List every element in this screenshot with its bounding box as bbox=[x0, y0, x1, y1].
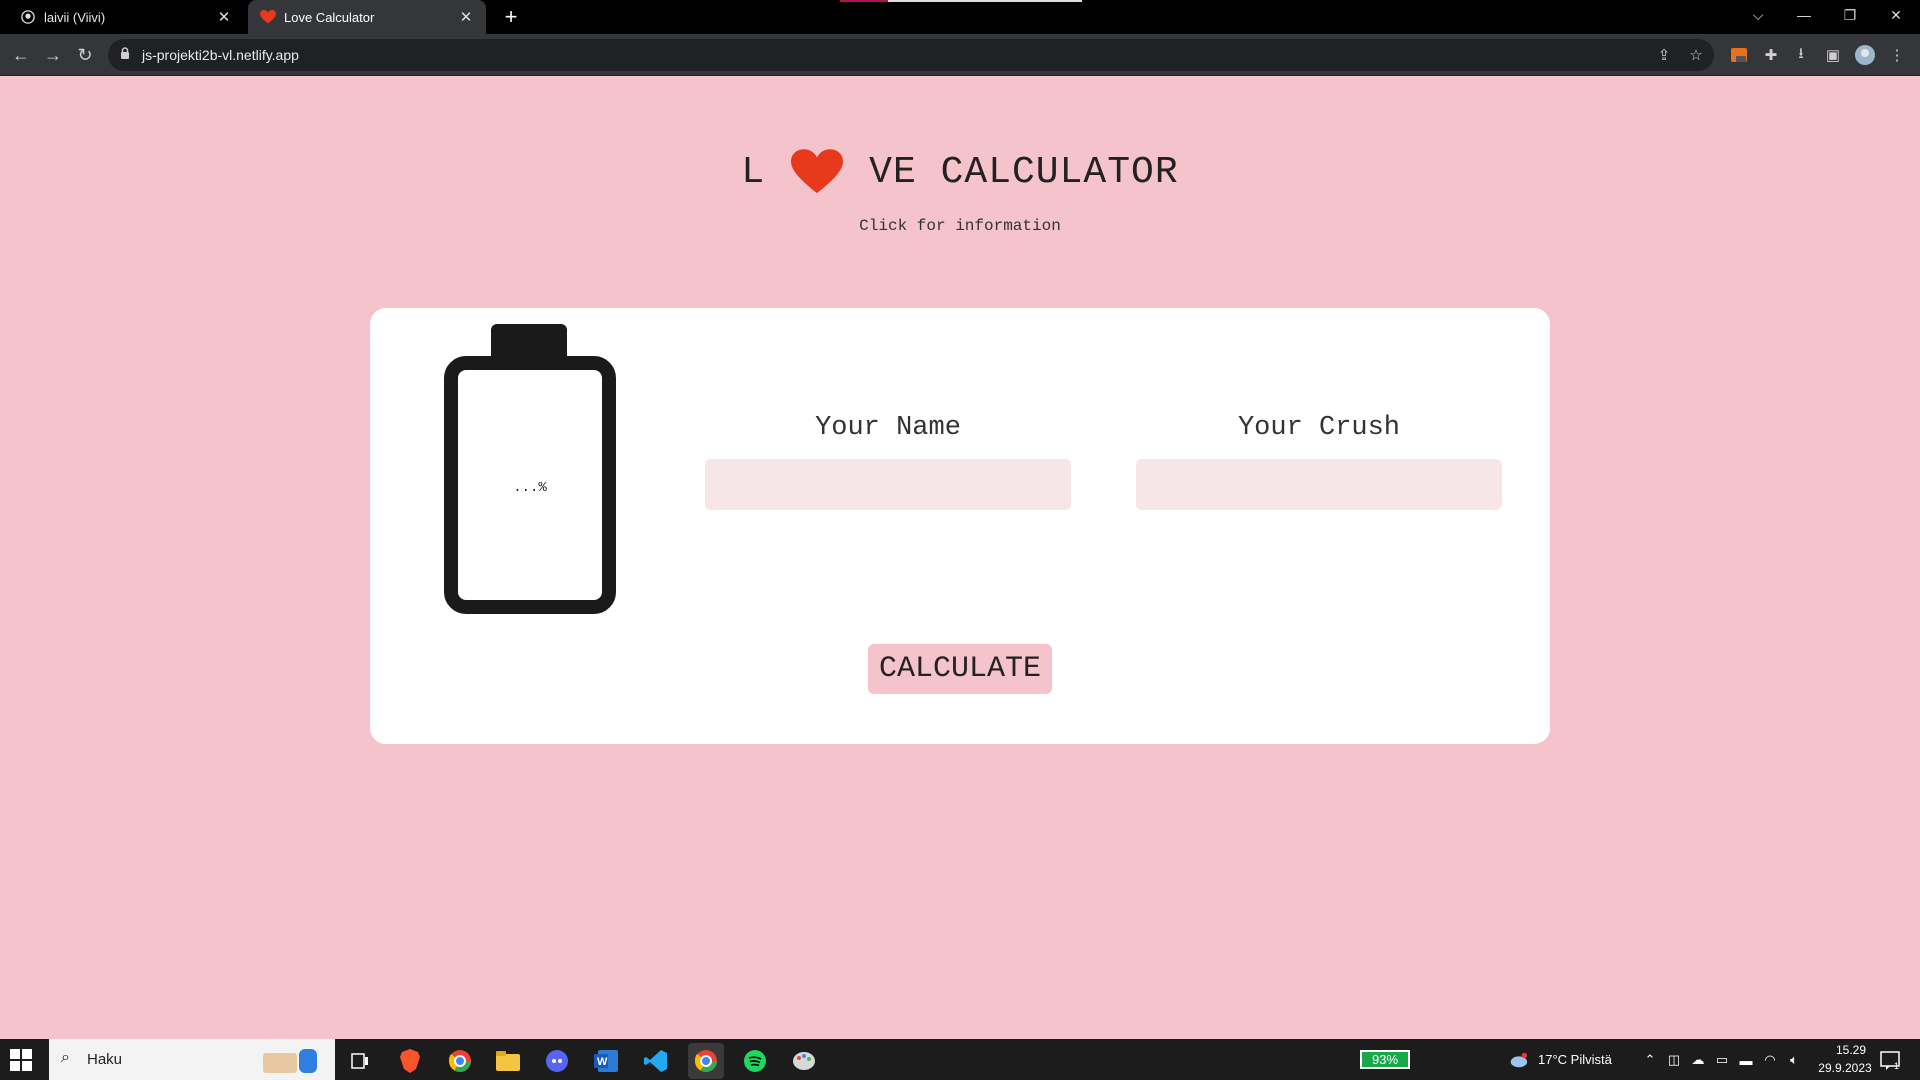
minimize-button[interactable]: — bbox=[1782, 0, 1826, 30]
tab-search-icon[interactable]: ⌵ bbox=[1736, 0, 1780, 30]
chrome-active-icon[interactable] bbox=[688, 1043, 724, 1079]
brave-browser-icon[interactable] bbox=[392, 1043, 428, 1079]
restore-button[interactable]: ❐ bbox=[1828, 0, 1872, 30]
word-icon[interactable]: W bbox=[588, 1043, 624, 1079]
heart-icon bbox=[260, 9, 276, 25]
search-label: Haku bbox=[87, 1051, 123, 1068]
onedrive-icon[interactable]: ☁ bbox=[1688, 1050, 1708, 1070]
name-label: Your Name bbox=[815, 413, 961, 443]
wifi-icon[interactable]: ◠ bbox=[1760, 1050, 1780, 1070]
love-meter-battery: ...% bbox=[444, 324, 616, 614]
menu-dots-icon[interactable]: ⋮ bbox=[1886, 44, 1908, 66]
close-icon[interactable]: ✕ bbox=[458, 8, 474, 26]
search-icon: ⌕ bbox=[61, 1049, 70, 1066]
tab-strip-accent bbox=[888, 0, 1082, 2]
weather-text[interactable]: 17°C Pilvistä bbox=[1538, 1052, 1612, 1067]
vscode-icon[interactable] bbox=[638, 1043, 674, 1079]
svg-text:W: W bbox=[597, 1056, 608, 1068]
battery-percentage: ...% bbox=[513, 480, 547, 496]
battery-body: ...% bbox=[444, 356, 616, 614]
calculate-button[interactable]: CALCULATE bbox=[868, 644, 1052, 694]
url-text: js-projekti2b-vl.netlify.app bbox=[142, 47, 299, 63]
side-panel-icon[interactable]: ▣ bbox=[1822, 44, 1844, 66]
profile-avatar[interactable] bbox=[1854, 44, 1876, 66]
tab-love-calculator[interactable]: Love Calculator ✕ bbox=[248, 0, 486, 34]
browser-toolbar: ← → ↻ js-projekti2b-vl.netlify.app ⇪ ☆ ✚… bbox=[0, 34, 1920, 76]
name-input[interactable] bbox=[705, 459, 1071, 510]
back-arrow-icon[interactable]: ← bbox=[8, 42, 34, 68]
reload-icon[interactable]: ↻ bbox=[72, 42, 98, 68]
address-bar[interactable]: js-projekti2b-vl.netlify.app ⇪ ☆ bbox=[108, 39, 1714, 71]
battery-cap bbox=[491, 324, 567, 358]
file-explorer-icon[interactable] bbox=[490, 1043, 526, 1079]
page-title: L VE CALCULATOR bbox=[0, 149, 1920, 195]
title-right: VE CALCULATOR bbox=[869, 150, 1179, 194]
battery-tray-icon[interactable]: ▬ bbox=[1736, 1050, 1756, 1070]
share-icon[interactable]: ⇪ bbox=[1654, 45, 1674, 65]
close-window-button[interactable]: ✕ bbox=[1874, 0, 1918, 30]
puzzle-extensions-icon[interactable]: ✚ bbox=[1760, 44, 1782, 66]
forward-arrow-icon[interactable]: → bbox=[40, 42, 66, 68]
tab-title: laivii (Viivi) bbox=[44, 9, 106, 25]
crush-label: Your Crush bbox=[1237, 413, 1401, 443]
meet-now-icon[interactable]: ◫ bbox=[1664, 1050, 1684, 1070]
display-icon[interactable]: ▭ bbox=[1712, 1050, 1732, 1070]
tab-github[interactable]: laivii (Viivi) ✕ bbox=[8, 0, 244, 34]
notification-count: 1 bbox=[1894, 1061, 1900, 1071]
task-view-icon[interactable] bbox=[342, 1043, 378, 1079]
title-left: L bbox=[741, 150, 766, 194]
page-content: L VE CALCULATOR Click for information ..… bbox=[0, 77, 1920, 1039]
search-highlight-icon bbox=[263, 1049, 317, 1073]
tab-bar: laivii (Viivi) ✕ Love Calculator ✕ + ⌵ —… bbox=[0, 0, 1920, 34]
taskbar-search[interactable]: ⌕ Haku bbox=[49, 1039, 335, 1080]
volume-icon[interactable]: 🔈︎ bbox=[1784, 1050, 1804, 1070]
spotify-icon[interactable] bbox=[737, 1043, 773, 1079]
tab-strip-accent bbox=[840, 0, 888, 2]
github-icon bbox=[20, 9, 36, 25]
bookmark-star-icon[interactable]: ☆ bbox=[1686, 45, 1706, 65]
discord-icon[interactable] bbox=[539, 1043, 575, 1079]
clock-date[interactable]: 29.9.2023 bbox=[1810, 1061, 1880, 1075]
lock-icon bbox=[120, 47, 130, 65]
download-icon[interactable]: ⭳ bbox=[1790, 44, 1812, 66]
weather-cloud-icon[interactable] bbox=[1508, 1050, 1528, 1070]
windows-start-icon[interactable] bbox=[10, 1049, 32, 1071]
close-icon[interactable]: ✕ bbox=[216, 8, 232, 26]
paint-icon[interactable] bbox=[786, 1043, 822, 1079]
calculator-card: ...% Your Name Your Crush CALCULATE bbox=[370, 308, 1550, 744]
chrome-icon[interactable] bbox=[442, 1043, 478, 1079]
clock-time[interactable]: 15.29 bbox=[1826, 1043, 1876, 1057]
extension-icon[interactable] bbox=[1728, 44, 1750, 66]
new-tab-button[interactable]: + bbox=[498, 4, 524, 30]
chevron-up-icon[interactable]: ⌃ bbox=[1640, 1050, 1660, 1070]
heart-icon bbox=[791, 149, 844, 194]
tab-title: Love Calculator bbox=[284, 9, 375, 25]
info-link[interactable]: Click for information bbox=[0, 217, 1920, 235]
taskbar: ⌕ Haku W 93% 17°C Pilvistä ⌃ ◫ ☁ ▭ ▬ ◠ 🔈… bbox=[0, 1039, 1920, 1080]
crush-input[interactable] bbox=[1136, 459, 1502, 510]
battery-indicator[interactable]: 93% bbox=[1360, 1050, 1410, 1069]
